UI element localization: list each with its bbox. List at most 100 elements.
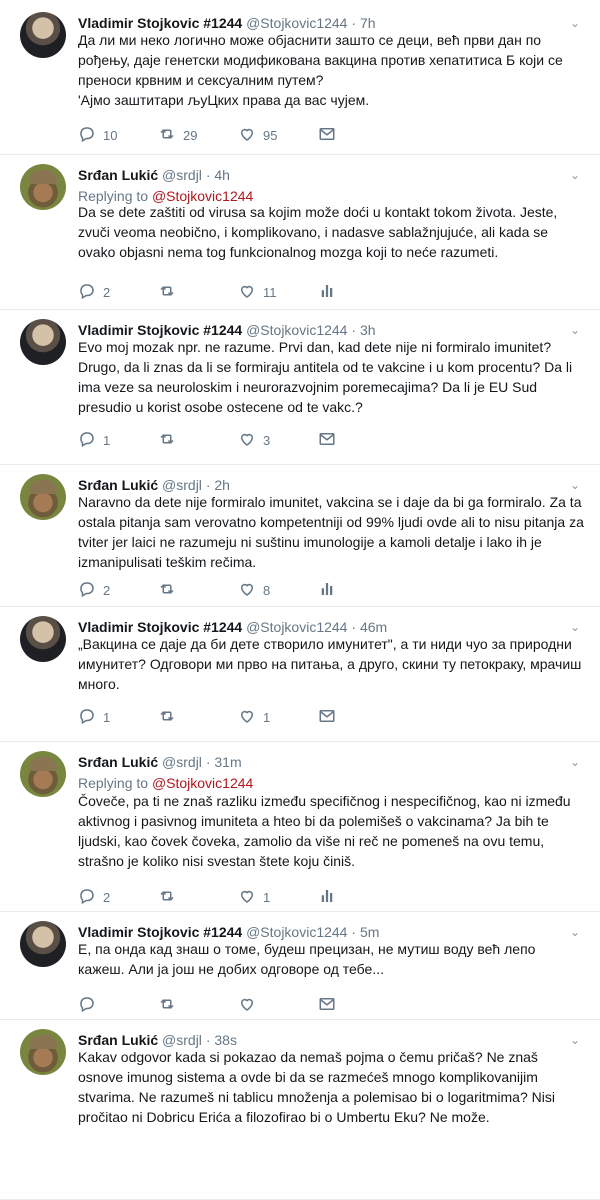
tweet-timestamp[interactable]: 5m: [360, 924, 379, 940]
like-icon: [238, 995, 256, 1016]
separator-dot: ·: [205, 1032, 211, 1048]
user-handle[interactable]: @srdjl: [162, 1032, 202, 1048]
reply-button[interactable]: 2: [78, 887, 110, 908]
analytics-button[interactable]: [318, 580, 336, 601]
tweet[interactable]: Vladimir Stojkovic #1244 @Stojkovic1244 …: [0, 912, 600, 1020]
user-handle[interactable]: @srdjl: [162, 754, 202, 770]
analytics-button[interactable]: [318, 282, 336, 303]
like-count: 8: [263, 583, 271, 598]
display-name[interactable]: Srđan Lukić: [78, 477, 158, 493]
reply-icon: [78, 282, 96, 303]
replying-to-mention[interactable]: @Stojkovic1244: [152, 775, 253, 791]
tweet-timestamp[interactable]: 46m: [360, 619, 387, 635]
tweet[interactable]: Srđan Lukić @srdjl · 38s ⌄ Kakav odgovor…: [0, 1020, 600, 1200]
direct-message-button[interactable]: [318, 707, 336, 728]
tweet-timestamp[interactable]: 3h: [360, 322, 376, 338]
separator-dot: ·: [205, 754, 211, 770]
tweet[interactable]: Srđan Lukić @srdjl · 2h ⌄ Naravno da det…: [0, 465, 600, 607]
tweet[interactable]: Vladimir Stojkovic #1244 @Stojkovic1244 …: [0, 0, 600, 155]
tweet-actions: 2 8: [78, 580, 398, 600]
retweet-button[interactable]: [158, 707, 183, 728]
direct-message-button[interactable]: [318, 125, 336, 146]
like-button[interactable]: 1: [238, 887, 270, 908]
display-name[interactable]: Srđan Lukić: [78, 754, 158, 770]
analytics-button[interactable]: [318, 887, 336, 908]
display-name[interactable]: Vladimir Stojkovic #1244: [78, 924, 242, 940]
retweet-button[interactable]: [158, 995, 183, 1016]
display-name[interactable]: Srđan Lukić: [78, 167, 158, 183]
like-button[interactable]: 1: [238, 707, 270, 728]
retweet-button[interactable]: 29: [158, 125, 197, 146]
replying-to-label: Replying to: [78, 775, 152, 791]
tweet-text: „Вакцина се даје да би дете створило иму…: [78, 636, 582, 692]
tweet-actions: 2 1: [78, 887, 398, 907]
reply-button[interactable]: 2: [78, 580, 110, 601]
chevron-down-icon[interactable]: ⌄: [570, 478, 580, 492]
tweet-timestamp[interactable]: 38s: [214, 1032, 237, 1048]
tweet[interactable]: Srđan Lukić @srdjl · 4h ⌄ Replying to @S…: [0, 155, 600, 310]
display-name[interactable]: Vladimir Stojkovic #1244: [78, 619, 242, 635]
tweet[interactable]: Vladimir Stojkovic #1244 @Stojkovic1244 …: [0, 310, 600, 465]
mail-icon: [318, 707, 336, 728]
direct-message-button[interactable]: [318, 430, 336, 451]
tweet-timestamp[interactable]: 4h: [214, 167, 230, 183]
direct-message-button[interactable]: [318, 995, 336, 1016]
user-handle[interactable]: @Stojkovic1244: [246, 322, 347, 338]
like-count: 11: [263, 285, 277, 300]
chevron-down-icon[interactable]: ⌄: [570, 1033, 580, 1047]
user-handle[interactable]: @Stojkovic1244: [246, 924, 347, 940]
tweet[interactable]: Srđan Lukić @srdjl · 31m ⌄ Replying to @…: [0, 742, 600, 912]
reply-button[interactable]: 10: [78, 125, 117, 146]
tweet-timestamp[interactable]: 31m: [214, 754, 241, 770]
retweet-button[interactable]: [158, 580, 183, 601]
avatar[interactable]: [20, 474, 66, 520]
reply-button[interactable]: 1: [78, 430, 110, 451]
like-icon: [238, 430, 256, 451]
avatar[interactable]: [20, 319, 66, 365]
tweet-timestamp[interactable]: 2h: [214, 477, 230, 493]
tweet-text: Evo moj mozak npr. ne razume. Prvi dan, …: [78, 339, 573, 415]
chevron-down-icon[interactable]: ⌄: [570, 620, 580, 634]
retweet-button[interactable]: [158, 282, 183, 303]
tweet-actions: [78, 995, 398, 1015]
tweet[interactable]: Vladimir Stojkovic #1244 @Stojkovic1244 …: [0, 607, 600, 742]
display-name[interactable]: Srđan Lukić: [78, 1032, 158, 1048]
retweet-icon: [158, 282, 176, 303]
user-handle[interactable]: @srdjl: [162, 477, 202, 493]
avatar[interactable]: [20, 1029, 66, 1075]
reply-button[interactable]: 1: [78, 707, 110, 728]
retweet-icon: [158, 430, 176, 451]
chevron-down-icon[interactable]: ⌄: [570, 755, 580, 769]
separator-dot: ·: [351, 15, 357, 31]
avatar[interactable]: [20, 921, 66, 967]
retweet-button[interactable]: [158, 887, 183, 908]
avatar[interactable]: [20, 616, 66, 662]
like-button[interactable]: 3: [238, 430, 270, 451]
separator-dot: ·: [351, 924, 357, 940]
user-handle[interactable]: @srdjl: [162, 167, 202, 183]
user-handle[interactable]: @Stojkovic1244: [246, 15, 347, 31]
chevron-down-icon[interactable]: ⌄: [570, 168, 580, 182]
chevron-down-icon[interactable]: ⌄: [570, 323, 580, 337]
reply-button[interactable]: [78, 995, 103, 1016]
chevron-down-icon[interactable]: ⌄: [570, 925, 580, 939]
avatar[interactable]: [20, 751, 66, 797]
display-name[interactable]: Vladimir Stojkovic #1244: [78, 15, 242, 31]
retweet-icon: [158, 995, 176, 1016]
reply-button[interactable]: 2: [78, 282, 110, 303]
tweet-timestamp[interactable]: 7h: [360, 15, 376, 31]
chevron-down-icon[interactable]: ⌄: [570, 16, 580, 30]
like-button[interactable]: 11: [238, 282, 277, 303]
reply-count: 2: [103, 583, 111, 598]
reply-icon: [78, 430, 96, 451]
user-handle[interactable]: @Stojkovic1244: [246, 619, 347, 635]
reply-icon: [78, 995, 96, 1016]
retweet-button[interactable]: [158, 430, 183, 451]
avatar[interactable]: [20, 12, 66, 58]
display-name[interactable]: Vladimir Stojkovic #1244: [78, 322, 242, 338]
like-count: 95: [263, 128, 278, 143]
like-button[interactable]: 8: [238, 580, 270, 601]
like-button[interactable]: 95: [238, 125, 277, 146]
avatar[interactable]: [20, 164, 66, 210]
like-button[interactable]: [238, 995, 263, 1016]
